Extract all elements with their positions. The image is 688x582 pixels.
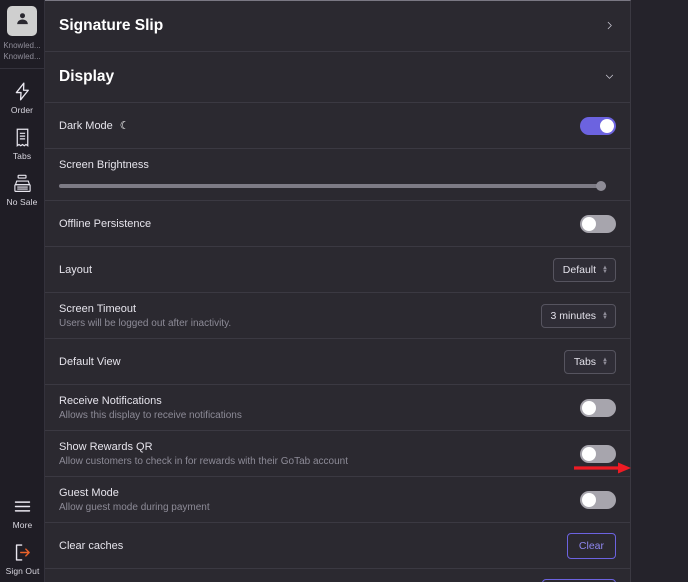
sidebar-bottom-group: More Sign Out <box>0 484 45 576</box>
settings-panel: Signature Slip Display Dark Mode ☾ Scree… <box>45 0 631 582</box>
sidebar-item-order[interactable]: Order <box>0 69 45 115</box>
default-view-label: Default View <box>59 355 121 368</box>
receive-notifications-label: Receive Notifications <box>59 394 162 407</box>
chevron-right-icon[interactable] <box>602 20 616 33</box>
dark-mode-label: Dark Mode <box>59 119 113 132</box>
moon-icon: ☾ <box>119 120 130 132</box>
row-screen-timeout: Screen Timeout Users will be logged out … <box>45 293 630 339</box>
show-rewards-qr-labels: Show Rewards QR Allow customers to check… <box>59 441 348 467</box>
row-guest-mode: Guest Mode Allow guest mode during payme… <box>45 477 630 523</box>
layout-select-value: Default <box>562 263 597 276</box>
avatar[interactable] <box>7 6 37 36</box>
receipt-icon <box>11 126 33 148</box>
screen-timeout-labels: Screen Timeout Users will be logged out … <box>59 303 231 329</box>
row-dark-mode: Dark Mode ☾ <box>45 103 630 149</box>
dark-mode-toggle[interactable] <box>580 116 616 135</box>
stepper-arrows-icon: ▲ ▼ <box>602 310 608 321</box>
guest-mode-toggle[interactable] <box>580 490 616 509</box>
sidebar-item-tabs[interactable]: Tabs <box>0 115 45 161</box>
row-default-view: Default View Tabs ▲ ▼ <box>45 339 630 385</box>
receive-notifications-labels: Receive Notifications Allows this displa… <box>59 395 242 421</box>
chevron-down-icon[interactable] <box>602 71 616 84</box>
sidebar-item-order-label: Order <box>10 105 34 115</box>
cash-register-icon <box>11 172 33 194</box>
screen-brightness-slider-thumb[interactable] <box>596 181 606 191</box>
user-name-line-2: Knowled... <box>3 52 41 61</box>
user-name-line-1: Knowled... <box>3 41 41 50</box>
screen-timeout-select[interactable]: 3 minutes ▲ ▼ <box>540 303 616 328</box>
sidebar-item-more-label: More <box>12 520 33 530</box>
stepper-arrows-icon: ▲ ▼ <box>602 264 608 275</box>
guest-mode-description: Allow guest mode during payment <box>59 501 210 513</box>
sidebar-item-sign-out-label: Sign Out <box>5 566 40 576</box>
screen-brightness-slider[interactable] <box>59 181 606 191</box>
clear-caches-button[interactable]: Clear <box>566 532 616 559</box>
screen-timeout-description: Users will be logged out after inactivit… <box>59 317 232 329</box>
offline-persistence-label: Offline Persistence <box>59 217 152 230</box>
clear-caches-label: Clear caches <box>59 539 124 552</box>
row-offline-persistence: Offline Persistence <box>45 201 630 247</box>
hamburger-menu-icon <box>12 495 34 517</box>
stepper-arrows-icon: ▲ ▼ <box>602 356 608 367</box>
layout-select[interactable]: Default ▲ ▼ <box>552 257 616 282</box>
row-deactivate-pos: Deactivate POS Deactivate <box>45 569 630 582</box>
default-view-select[interactable]: Tabs ▲ ▼ <box>563 349 616 374</box>
dark-mode-labels: Dark Mode ☾ <box>59 119 130 133</box>
sidebar-item-more[interactable]: More <box>0 484 45 530</box>
guest-mode-labels: Guest Mode Allow guest mode during payme… <box>59 487 210 513</box>
row-receive-notifications: Receive Notifications Allows this displa… <box>45 385 630 431</box>
section-signature-slip-title: Signature Slip <box>59 17 164 34</box>
default-view-select-value: Tabs <box>573 355 597 368</box>
receive-notifications-description: Allows this display to receive notificat… <box>59 409 242 421</box>
sidebar-item-tabs-label: Tabs <box>12 151 32 161</box>
screen-timeout-label: Screen Timeout <box>59 302 137 315</box>
layout-label: Layout <box>59 263 93 276</box>
row-show-rewards-qr: Show Rewards QR Allow customers to check… <box>45 431 630 477</box>
sidebar-item-sign-out[interactable]: Sign Out <box>0 530 45 576</box>
row-screen-brightness: Screen Brightness <box>45 149 630 201</box>
lightning-bolt-icon <box>11 80 33 102</box>
show-rewards-qr-label: Show Rewards QR <box>59 440 153 453</box>
guest-mode-label: Guest Mode <box>59 486 119 499</box>
show-rewards-qr-toggle[interactable] <box>580 444 616 463</box>
sign-out-icon <box>12 541 34 563</box>
section-display[interactable]: Display <box>45 52 630 103</box>
offline-persistence-toggle[interactable] <box>580 214 616 233</box>
show-rewards-qr-description: Allow customers to check in for rewards … <box>59 455 349 467</box>
sidebar-item-no-sale[interactable]: No Sale <box>0 161 45 207</box>
sidebar-item-no-sale-label: No Sale <box>6 197 38 207</box>
receive-notifications-toggle[interactable] <box>580 398 616 417</box>
user-avatar-icon <box>15 11 30 31</box>
row-layout: Layout Default ▲ ▼ <box>45 247 630 293</box>
content-area: Signature Slip Display Dark Mode ☾ Scree… <box>45 0 688 582</box>
section-display-title: Display <box>59 68 115 85</box>
screen-timeout-select-value: 3 minutes <box>550 309 597 322</box>
pos-settings-screen: Knowled... Knowled... Order Tabs No Sale… <box>0 0 688 582</box>
left-sidebar: Knowled... Knowled... Order Tabs No Sale… <box>0 0 45 582</box>
row-clear-caches: Clear caches Clear <box>45 523 630 569</box>
user-name-block: Knowled... Knowled... <box>0 40 45 62</box>
section-signature-slip[interactable]: Signature Slip <box>45 1 630 52</box>
screen-brightness-label: Screen Brightness <box>59 159 149 171</box>
